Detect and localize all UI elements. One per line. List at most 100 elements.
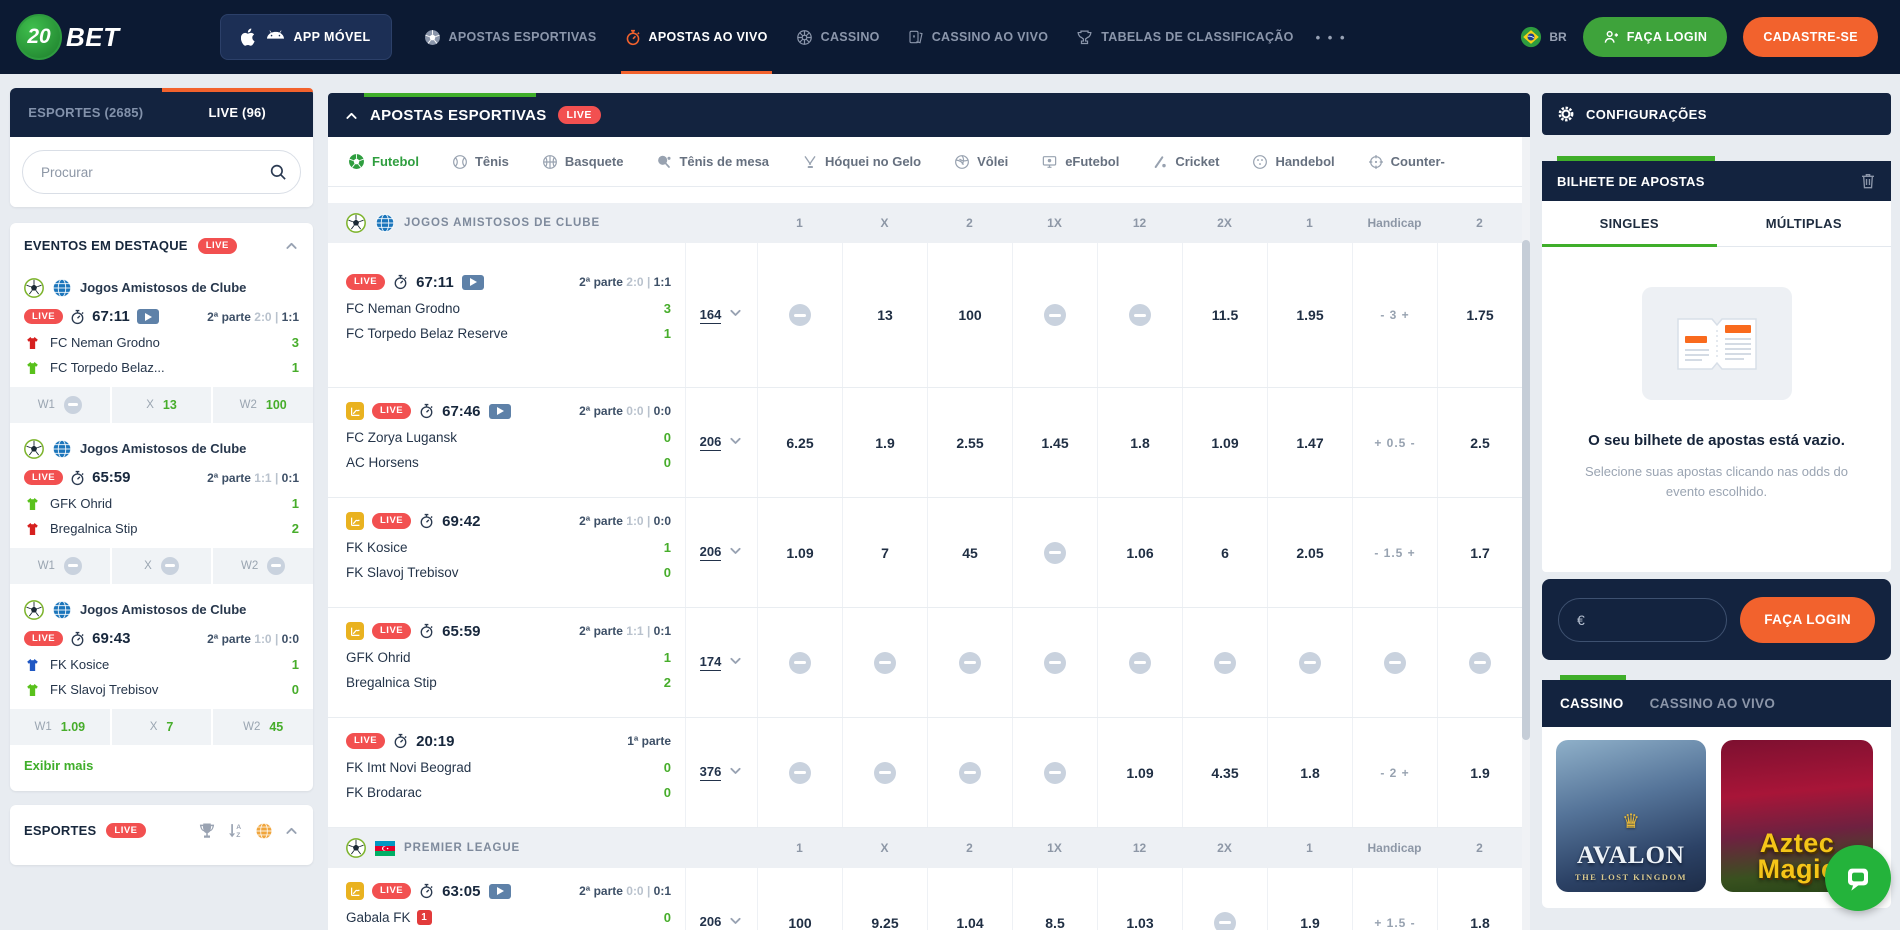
game-tile-avalon[interactable]: ♛ AVALON THE LOST KINGDOM [1556, 740, 1706, 892]
markets-count-dropdown[interactable]: 206 [685, 388, 757, 497]
odds-cell-w2[interactable]: W2100 [213, 387, 313, 423]
globe-orange-icon[interactable] [255, 822, 273, 840]
odds-cell-x[interactable]: 13 [842, 243, 927, 387]
odds-cell-1[interactable]: 6.25 [757, 388, 842, 497]
odds-cell-12[interactable]: 1.8 [1097, 388, 1182, 497]
main-scrollbar[interactable] [1522, 137, 1530, 930]
match-info[interactable]: LIVE63:052ª parte 0:0 | 0:1Gabala FK10Sa… [328, 868, 685, 930]
odds-cell-2[interactable]: 1.7 [1437, 498, 1522, 607]
play-stream-icon[interactable] [489, 884, 511, 899]
odds-cell-2[interactable]: 2.55 [927, 388, 1012, 497]
odds-cell-12[interactable]: 1.03 [1097, 868, 1182, 930]
sport-tab-cricket[interactable]: Cricket [1152, 154, 1219, 170]
odds-cell-x[interactable]: X7 [112, 709, 212, 745]
odds-cell-2x[interactable]: 1.09 [1182, 388, 1267, 497]
match-info[interactable]: LIVE67:112ª parte 2:0 | 1:1FC Neman Grod… [328, 243, 685, 387]
markets-count-dropdown[interactable]: 376 [685, 718, 757, 827]
odds-cell-2[interactable]: 100 [927, 243, 1012, 387]
sport-tab-h-quei-no-gelo[interactable]: Hóquei no Gelo [802, 154, 921, 170]
odds-cell-x[interactable]: 1.9 [842, 388, 927, 497]
sport-tab-efutebol[interactable]: eFutebol [1041, 154, 1119, 170]
odds-cell-1x[interactable]: 8.5 [1012, 868, 1097, 930]
odds-cell-12[interactable]: 1.09 [1097, 718, 1182, 827]
match-info[interactable]: LIVE67:462ª parte 0:0 | 0:0FC Zorya Luga… [328, 388, 685, 497]
odds-cell-handicap[interactable]: + 0.5 - [1352, 388, 1437, 497]
nav-item-cassino-ao-vivo[interactable]: CASSINO AO VIVO [894, 0, 1063, 74]
odds-cell-1[interactable]: 1.9 [1267, 868, 1352, 930]
locale-selector[interactable]: BR [1520, 26, 1566, 48]
brand-logo[interactable]: 20 BET [16, 14, 120, 60]
sport-tab-basquete[interactable]: Basquete [542, 154, 624, 170]
trash-icon[interactable] [1860, 172, 1876, 190]
settings-button[interactable]: CONFIGURAÇÕES [1542, 93, 1891, 135]
markets-count-dropdown[interactable]: 174 [685, 608, 757, 717]
chevron-up-icon[interactable] [284, 823, 299, 838]
odds-cell-12[interactable]: 1.06 [1097, 498, 1182, 607]
tab-cassino-ao-vivo[interactable]: CASSINO AO VIVO [1650, 696, 1776, 711]
collapse-chevron-icon[interactable] [344, 108, 359, 123]
match-info[interactable]: LIVE65:592ª parte 1:1 | 0:1GFK Ohrid1Bre… [328, 608, 685, 717]
sport-tab-t-nis-de-mesa[interactable]: Tênis de mesa [656, 154, 769, 170]
scrollbar-thumb[interactable] [1522, 240, 1530, 740]
odds-cell-2[interactable]: 1.75 [1437, 243, 1522, 387]
show-more-link[interactable]: Exibir mais [10, 745, 313, 787]
odds-cell-2[interactable]: 1.9 [1437, 718, 1522, 827]
odds-cell-1[interactable]: 1.47 [1267, 388, 1352, 497]
odds-cell-w1[interactable]: W11.09 [10, 709, 110, 745]
sort-az-icon[interactable]: AZ [227, 822, 244, 839]
markets-count-dropdown[interactable]: 206 [685, 498, 757, 607]
handicap-line[interactable]: + 1.5 - [1374, 916, 1415, 930]
odds-cell-handicap[interactable]: - 2 + [1352, 718, 1437, 827]
sport-tab-t-nis[interactable]: Tênis [452, 154, 509, 170]
odds-cell-x[interactable]: 7 [842, 498, 927, 607]
chevron-up-icon[interactable] [284, 238, 299, 253]
tab-cassino[interactable]: CASSINO [1560, 696, 1624, 711]
match-info[interactable]: LIVE20:191ª parteFK Imt Novi Beograd0FK … [328, 718, 685, 827]
odds-cell-1x[interactable]: 1.45 [1012, 388, 1097, 497]
stats-icon[interactable] [346, 622, 364, 640]
stats-icon[interactable] [346, 882, 364, 900]
trophy-icon[interactable] [198, 822, 216, 840]
odds-cell-2x[interactable]: 6 [1182, 498, 1267, 607]
odds-cell-2x[interactable]: 4.35 [1182, 718, 1267, 827]
app-movel-button[interactable]: APP MÓVEL [220, 14, 392, 60]
stake-input[interactable]: € [1558, 598, 1727, 642]
stats-icon[interactable] [346, 402, 364, 420]
odds-cell-1[interactable]: 1.8 [1267, 718, 1352, 827]
betslip-login-button[interactable]: FAÇA LOGIN [1740, 597, 1875, 643]
tab-multiplas[interactable]: MÚLTIPLAS [1717, 201, 1892, 246]
featured-event[interactable]: Jogos Amistosos de ClubeLIVE69:432ª part… [10, 590, 313, 745]
sport-tab-futebol[interactable]: Futebol [348, 153, 419, 170]
odds-cell-1[interactable]: 1.95 [1267, 243, 1352, 387]
odds-cell-x[interactable]: X13 [112, 387, 212, 423]
nav-item-cassino[interactable]: CASSINO [782, 0, 894, 74]
odds-cell-handicap[interactable]: - 1.5 + [1352, 498, 1437, 607]
play-stream-icon[interactable] [137, 309, 159, 324]
nav-item-apostas-esportivas[interactable]: APOSTAS ESPORTIVAS [410, 0, 611, 74]
odds-cell-2[interactable]: 2.5 [1437, 388, 1522, 497]
search-icon[interactable] [269, 163, 287, 181]
nav-item-tabelas-de-classifica-o[interactable]: TABELAS DE CLASSIFICAÇÃO [1062, 0, 1307, 74]
live-chat-button[interactable] [1825, 845, 1891, 911]
markets-count-dropdown[interactable]: 164 [685, 243, 757, 387]
markets-count-dropdown[interactable]: 206 [685, 868, 757, 930]
odds-cell-2[interactable]: 45 [927, 498, 1012, 607]
login-button[interactable]: FAÇA LOGIN [1583, 17, 1728, 57]
featured-event[interactable]: Jogos Amistosos de ClubeLIVE67:112ª part… [10, 268, 313, 423]
handicap-line[interactable]: - 1.5 + [1374, 546, 1415, 560]
nav-more-button[interactable]: • • • [1308, 30, 1355, 45]
odds-cell-1[interactable]: 1.09 [757, 498, 842, 607]
odds-cell-handicap[interactable]: + 1.5 - [1352, 868, 1437, 930]
odds-cell-x[interactable]: 9.25 [842, 868, 927, 930]
odds-cell-1[interactable]: 2.05 [1267, 498, 1352, 607]
tab-esportes[interactable]: ESPORTES (2685) [10, 88, 162, 137]
odds-cell-2x[interactable]: 11.5 [1182, 243, 1267, 387]
odds-cell-1[interactable]: 100 [757, 868, 842, 930]
odds-cell-2[interactable]: 1.8 [1437, 868, 1522, 930]
handicap-line[interactable]: - 2 + [1380, 766, 1409, 780]
featured-event[interactable]: Jogos Amistosos de ClubeLIVE65:592ª part… [10, 429, 313, 584]
tab-live[interactable]: LIVE (96) [162, 88, 314, 137]
play-stream-icon[interactable] [462, 275, 484, 290]
stats-icon[interactable] [346, 512, 364, 530]
handicap-line[interactable]: + 0.5 - [1374, 436, 1415, 450]
